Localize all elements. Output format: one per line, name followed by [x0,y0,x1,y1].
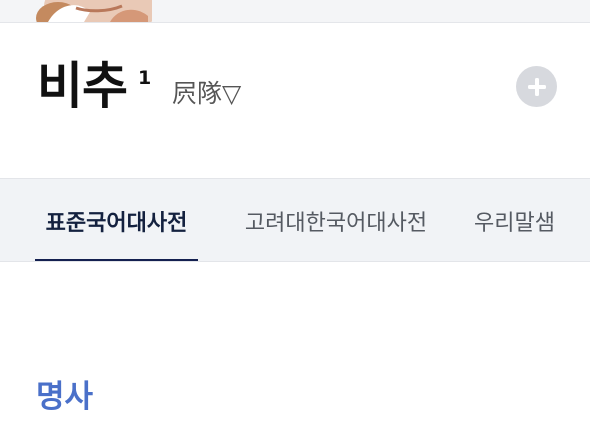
tab-urimalsaem[interactable]: 우리말샘 [474,179,584,261]
plus-icon [527,77,546,96]
add-to-wordbook-button[interactable] [516,66,557,107]
top-image-strip [0,0,590,23]
dictionary-tab-bar: 표준국어대사전 고려대한국어대사전 우리말샘 [0,178,590,262]
tab-standard-korean-dictionary[interactable]: 표준국어대사전 [35,179,198,261]
tab-korea-university-dictionary[interactable]: 고려대한국어대사전 [232,179,440,261]
entry-image[interactable] [18,0,152,22]
headword: 비추 [37,57,128,115]
part-of-speech-label: 명사 [36,379,94,415]
homonym-number: 1 [138,67,152,89]
hanja-notation: 屄隊▽ [172,79,242,108]
